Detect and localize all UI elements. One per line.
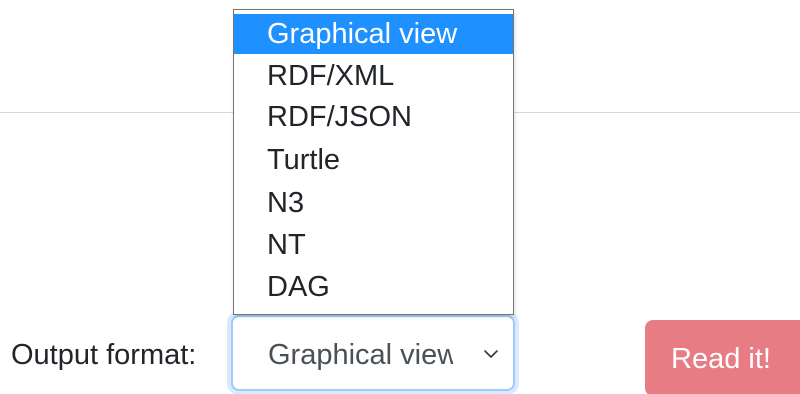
dropdown-option-rdf-xml[interactable]: RDF/XML: [234, 56, 513, 96]
dropdown-option-nt[interactable]: NT: [234, 225, 513, 265]
output-format-label: Output format:: [11, 339, 197, 371]
read-it-button[interactable]: Read it!: [645, 320, 800, 394]
dropdown-option-graphical-view[interactable]: Graphical view: [234, 14, 513, 54]
dropdown-option-rdf-json[interactable]: RDF/JSON: [234, 97, 513, 137]
output-format-select-value: Graphical view: [268, 339, 453, 371]
chevron-down-icon: [484, 350, 498, 358]
output-format-select[interactable]: Graphical view: [231, 315, 515, 391]
dropdown-option-n3[interactable]: N3: [234, 183, 513, 223]
dropdown-option-dag[interactable]: DAG: [234, 267, 513, 307]
output-format-dropdown-list: Graphical view RDF/XML RDF/JSON Turtle N…: [233, 9, 514, 315]
dropdown-option-turtle[interactable]: Turtle: [234, 140, 513, 180]
page: Output format: Graphical view Graphical …: [0, 0, 800, 394]
